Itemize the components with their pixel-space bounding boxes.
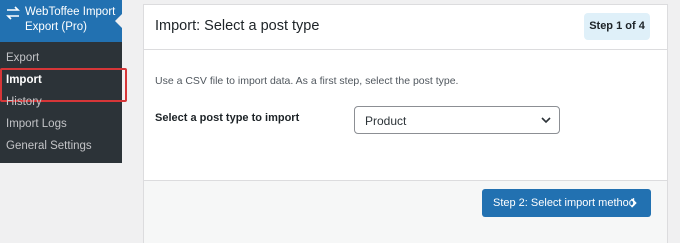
- submenu: Export Import History Import Logs Genera…: [0, 47, 127, 157]
- plugin-menu-title: WebToffee Import Export (Pro): [25, 6, 116, 33]
- intro-text: Use a CSV file to import data. As a firs…: [155, 75, 459, 87]
- panel-body: Use a CSV file to import data. As a firs…: [144, 51, 667, 179]
- step-badge: Step 1 of 4: [584, 13, 650, 40]
- post-type-label: Select a post type to import: [155, 112, 300, 124]
- current-menu-pointer: [115, 14, 122, 28]
- post-type-select[interactable]: Product: [354, 106, 560, 134]
- submenu-item-general-settings[interactable]: General Settings: [0, 135, 122, 157]
- panel-header: Import: Select a post type Step 1 of 4: [144, 5, 667, 50]
- submenu-item-history[interactable]: History: [0, 91, 122, 113]
- chevron-right-icon: [630, 198, 637, 208]
- admin-sidebar: WebToffee Import Export (Pro) Export Imp…: [0, 0, 127, 163]
- page-title: Import: Select a post type: [155, 18, 320, 34]
- submenu-item-import-logs[interactable]: Import Logs: [0, 113, 122, 135]
- next-step-button[interactable]: Step 2: Select import method: [482, 189, 651, 217]
- panel-footer: Step 2: Select import method: [144, 180, 667, 243]
- next-step-label: Step 2: Select import method: [493, 197, 635, 209]
- import-panel: Import: Select a post type Step 1 of 4 U…: [143, 4, 668, 243]
- import-export-icon: [6, 6, 20, 20]
- chevron-down-icon: [541, 117, 551, 124]
- sidebar-menu-plugin[interactable]: WebToffee Import Export (Pro): [0, 0, 122, 42]
- submenu-item-export[interactable]: Export: [0, 47, 122, 69]
- submenu-item-import[interactable]: Import: [0, 68, 127, 102]
- post-type-selected-value: Product: [365, 114, 407, 128]
